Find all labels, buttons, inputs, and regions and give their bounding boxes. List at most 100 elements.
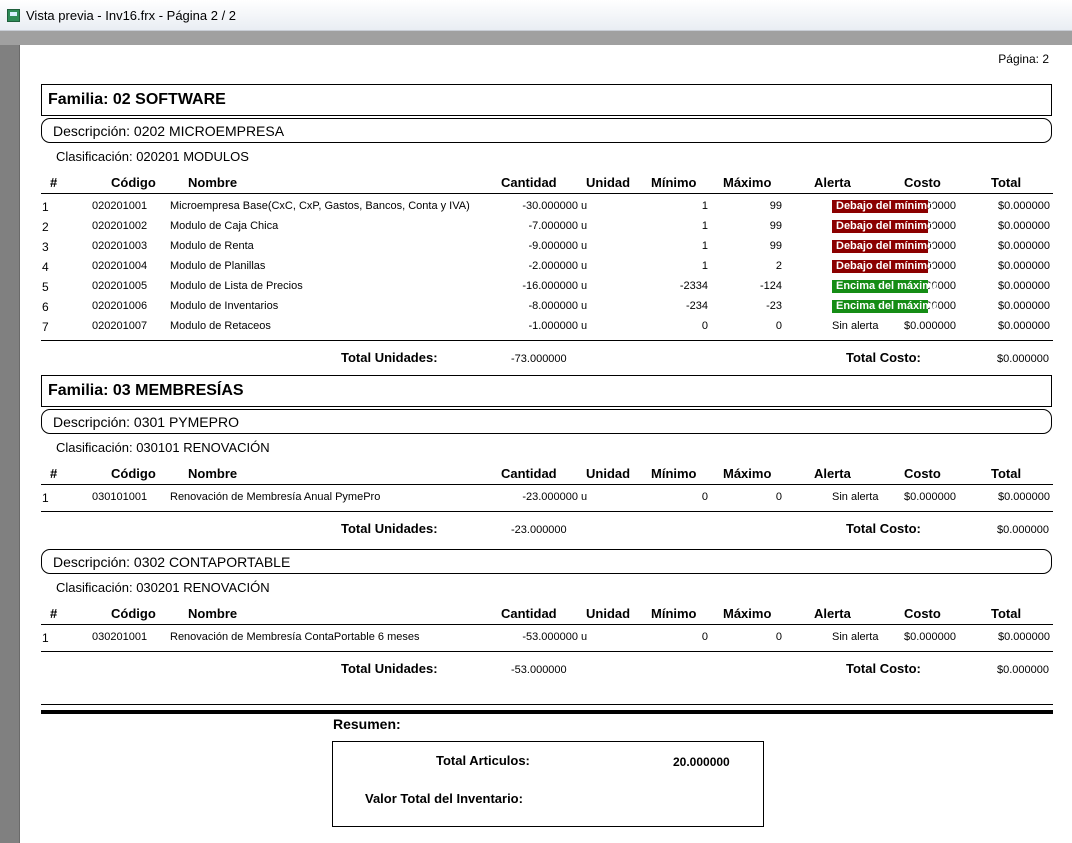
row-cost: $0.000000 bbox=[904, 631, 956, 643]
col-header-qty: Cantidad bbox=[501, 466, 557, 481]
row-quantity: -53.000000 bbox=[522, 631, 578, 643]
total-articles-label: Total Articulos: bbox=[436, 753, 530, 768]
row-code: 020201004 bbox=[92, 260, 148, 272]
row-code: 030201001 bbox=[92, 631, 148, 643]
row-cost: $0.000000 bbox=[904, 320, 956, 332]
alert-text: Debajo del mínimo bbox=[832, 220, 934, 233]
col-header-max: Máximo bbox=[723, 466, 772, 481]
row-code: 020201003 bbox=[92, 240, 148, 252]
row-minimum: 0 bbox=[701, 631, 708, 643]
row-minimum: 1 bbox=[701, 240, 708, 252]
row-minimum: 1 bbox=[701, 260, 708, 272]
total-units-label: Total Unidades: bbox=[341, 521, 438, 536]
row-quantity: -30.000000 bbox=[522, 200, 578, 212]
summary-divider-thin bbox=[41, 704, 1053, 705]
total-articles-value: 20.000000 bbox=[673, 755, 730, 769]
window-title: Vista previa - Inv16.frx - Página 2 / 2 bbox=[26, 7, 237, 23]
row-minimum: -2334 bbox=[679, 280, 708, 292]
alert-text: Sin alerta bbox=[832, 320, 879, 332]
col-header-code: Código bbox=[111, 466, 156, 481]
row-unit: u bbox=[581, 260, 588, 272]
classification-label: Clasificación: 030201 RENOVACIÓN bbox=[56, 580, 270, 595]
family-header: Familia: 03 MEMBRESÍAS bbox=[41, 375, 1052, 407]
row-number: 1 bbox=[42, 491, 49, 505]
row-minimum: 1 bbox=[701, 220, 708, 232]
col-header-max: Máximo bbox=[723, 175, 772, 190]
row-maximum: 99 bbox=[769, 200, 782, 212]
col-header-cost: Costo bbox=[904, 606, 941, 621]
inventory-value-label: Valor Total del Inventario: bbox=[365, 791, 523, 806]
summary-title: Resumen: bbox=[333, 716, 401, 732]
col-header-alert: Alerta bbox=[814, 175, 851, 190]
col-header-qty: Cantidad bbox=[501, 606, 557, 621]
col-header-code: Código bbox=[111, 175, 156, 190]
row-code: 020201005 bbox=[92, 280, 148, 292]
page-number-label: Página: 2 bbox=[998, 52, 1049, 66]
total-units-label: Total Unidades: bbox=[341, 661, 438, 676]
col-header-unit: Unidad bbox=[586, 466, 631, 481]
row-number: 1 bbox=[42, 631, 49, 645]
family-header: Familia: 02 SOFTWARE bbox=[41, 84, 1052, 116]
row-name: Renovación de Membresía Anual PymePro bbox=[170, 491, 381, 503]
total-cost-value: $0.000000 bbox=[997, 524, 1049, 536]
col-header-unit: Unidad bbox=[586, 175, 631, 190]
window-titlebar[interactable]: Vista previa - Inv16.frx - Página 2 / 2 bbox=[0, 0, 1072, 31]
row-quantity: -9.000000 bbox=[528, 240, 578, 252]
row-unit: u bbox=[581, 320, 588, 332]
row-total: $0.000000 bbox=[998, 240, 1050, 252]
total-cost-label: Total Costo: bbox=[846, 661, 921, 676]
row-total: $0.000000 bbox=[998, 320, 1050, 332]
header-divider bbox=[41, 484, 1053, 485]
row-name: Microempresa Base(CxC, CxP, Gastos, Banc… bbox=[170, 200, 470, 212]
table-row: 6 020201006 Modulo de Inventarios -8.000000… bbox=[20, 300, 1072, 320]
table-row: 1 030101001 Renovación de Membresía Anual … bbox=[20, 491, 1072, 511]
alert-text: Sin alerta bbox=[832, 491, 879, 503]
col-header-alert: Alerta bbox=[814, 606, 851, 621]
row-name: Modulo de Planillas bbox=[170, 260, 266, 272]
row-unit: u bbox=[581, 491, 588, 503]
summary-divider-thick bbox=[41, 710, 1053, 714]
row-quantity: -16.000000 bbox=[522, 280, 578, 292]
col-header-cost: Costo bbox=[904, 175, 941, 190]
preview-toolbar-area bbox=[0, 31, 1072, 45]
row-number: 6 bbox=[42, 300, 49, 314]
row-code: 020201007 bbox=[92, 320, 148, 332]
row-number: 7 bbox=[42, 320, 49, 334]
row-minimum: 1 bbox=[701, 200, 708, 212]
row-unit: u bbox=[581, 220, 588, 232]
col-header-total: Total bbox=[991, 606, 1022, 621]
total-cost-label: Total Costo: bbox=[846, 521, 921, 536]
description-header: Descripción: 0302 CONTAPORTABLE bbox=[41, 549, 1052, 574]
total-cost-value: $0.000000 bbox=[997, 664, 1049, 676]
row-maximum: 99 bbox=[769, 220, 782, 232]
row-code: 020201006 bbox=[92, 300, 148, 312]
total-units-value: -23.000000 bbox=[511, 524, 567, 536]
row-total: $0.000000 bbox=[998, 280, 1050, 292]
summary-box: Total Articulos: 20.000000 Valor Total d… bbox=[332, 741, 764, 827]
total-units-label: Total Unidades: bbox=[341, 350, 438, 365]
col-header-unit: Unidad bbox=[586, 606, 631, 621]
table-row: 1 020201001 Microempresa Base(CxC, CxP, Ga… bbox=[20, 200, 1072, 220]
row-total: $0.000000 bbox=[998, 260, 1050, 272]
row-maximum: 0 bbox=[775, 320, 782, 332]
table-row: 3 020201003 Modulo de Renta -9.000000 u 1 99 $0… bbox=[20, 240, 1072, 260]
col-header-num: # bbox=[50, 175, 58, 190]
row-maximum: 0 bbox=[775, 491, 782, 503]
col-header-name: Nombre bbox=[188, 606, 238, 621]
row-quantity: -1.000000 bbox=[528, 320, 578, 332]
section-divider bbox=[41, 511, 1053, 512]
section-divider bbox=[41, 651, 1053, 652]
row-maximum: -124 bbox=[759, 280, 782, 292]
row-total: $0.000000 bbox=[998, 300, 1050, 312]
table-row: 4 020201004 Modulo de Planillas -2.000000 u 1… bbox=[20, 260, 1072, 280]
col-header-total: Total bbox=[991, 175, 1022, 190]
row-total: $0.000000 bbox=[998, 631, 1050, 643]
row-quantity: -2.000000 bbox=[528, 260, 578, 272]
col-header-name: Nombre bbox=[188, 175, 238, 190]
table-row: 7 020201007 Modulo de Retaceos -1.000000 u 0 0… bbox=[20, 320, 1072, 340]
col-header-min: Mínimo bbox=[651, 175, 697, 190]
alert-text: Encima del máximo bbox=[832, 280, 939, 293]
row-name: Renovación de Membresía ContaPortable 6 … bbox=[170, 631, 420, 643]
row-maximum: 0 bbox=[775, 631, 782, 643]
report-preview-icon bbox=[7, 8, 20, 22]
